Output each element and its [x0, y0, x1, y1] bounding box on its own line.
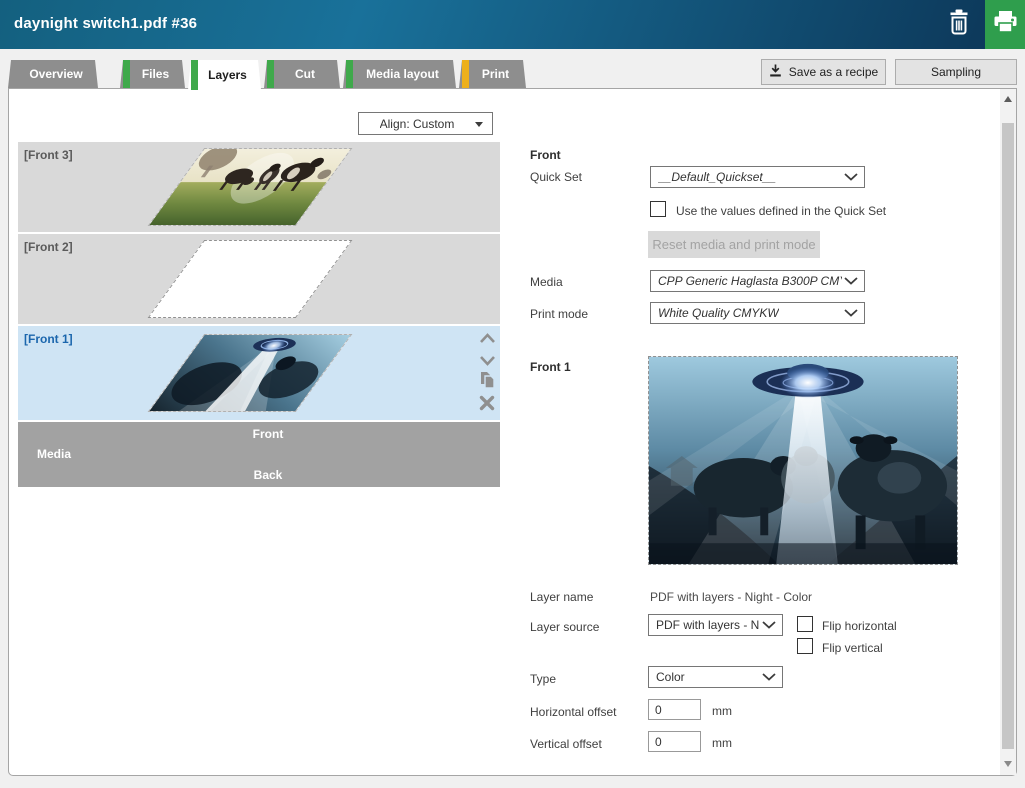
- chevron-down-icon: [844, 306, 858, 320]
- tab-cut[interactable]: Cut: [264, 60, 340, 88]
- layer-row-label: [Front 1]: [24, 332, 73, 346]
- layer-row-front1[interactable]: [Front 1]: [18, 326, 500, 420]
- close-icon: [479, 395, 495, 416]
- media-dropdown[interactable]: CPP Generic Haglasta B300P CMYKSS-AU-1: [650, 270, 865, 292]
- vertical-offset-input[interactable]: [648, 731, 701, 752]
- duplicate-icon: [479, 371, 496, 395]
- vertical-offset-label: Vertical offset: [530, 737, 602, 751]
- media-band: Front Media Back: [18, 422, 500, 487]
- tab-layers[interactable]: Layers: [188, 60, 261, 90]
- layer-source-dropdown[interactable]: PDF with layers - Night: [648, 614, 783, 636]
- layer-name-label: Layer name: [530, 590, 593, 604]
- reset-media-print-mode-button[interactable]: Reset media and print mode: [648, 231, 820, 258]
- arrow-down-icon[interactable]: [1004, 761, 1012, 767]
- chevron-down-icon: [475, 122, 483, 127]
- tab-media-layout[interactable]: Media layout: [343, 60, 456, 88]
- layer-thumbnail-front1[interactable]: [148, 334, 353, 412]
- layer-move-down-button[interactable]: [477, 353, 497, 371]
- horizontal-offset-input[interactable]: [648, 699, 701, 720]
- flip-vertical-checkbox[interactable]: [797, 638, 813, 654]
- reset-button-label: Reset media and print mode: [652, 237, 815, 252]
- vertical-offset-unit: mm: [712, 736, 732, 750]
- front-section-title: Front: [530, 148, 561, 162]
- tab-status-stripe: [346, 60, 353, 88]
- tab-print[interactable]: Print: [459, 60, 526, 88]
- chevron-down-icon: [479, 353, 496, 371]
- quick-set-value: __Default_Quickset__: [658, 170, 776, 184]
- media-label: Media: [530, 275, 563, 289]
- tab-label: Files: [136, 67, 169, 81]
- save-as-recipe-label: Save as a recipe: [789, 65, 878, 79]
- flip-vertical-label: Flip vertical: [822, 641, 883, 655]
- save-as-recipe-button[interactable]: Save as a recipe: [761, 59, 886, 85]
- trash-icon: [948, 9, 970, 41]
- layer-preview-image: [648, 356, 958, 565]
- tab-status-stripe: [462, 60, 469, 88]
- tab-label: Overview: [23, 67, 82, 81]
- horizontal-offset-unit: mm: [712, 704, 732, 718]
- sampling-label: Sampling: [931, 65, 981, 79]
- tab-status-stripe: [267, 60, 274, 88]
- tab-files[interactable]: Files: [120, 60, 185, 88]
- print-mode-label: Print mode: [530, 307, 588, 321]
- layer-delete-button[interactable]: [477, 396, 497, 414]
- layer-row-label: [Front 3]: [24, 148, 73, 162]
- tab-label: Print: [476, 67, 509, 81]
- chevron-down-icon: [844, 274, 858, 288]
- chevron-down-icon: [762, 670, 776, 684]
- use-quickset-checkbox[interactable]: [650, 201, 666, 217]
- sampling-button[interactable]: Sampling: [895, 59, 1017, 85]
- delete-job-button[interactable]: [936, 8, 982, 42]
- front1-section-title: Front 1: [530, 360, 571, 374]
- layer-source-label: Layer source: [530, 620, 599, 634]
- align-dropdown-value: Align: Custom: [380, 117, 455, 131]
- media-value: CPP Generic Haglasta B300P CMYKSS-AU-1: [658, 274, 842, 288]
- chevron-up-icon: [479, 331, 496, 349]
- print-mode-dropdown[interactable]: White Quality CMYKW: [650, 302, 865, 324]
- layer-thumbnail-front2[interactable]: [148, 240, 353, 318]
- layer-duplicate-button[interactable]: [477, 374, 497, 392]
- type-value: Color: [656, 670, 685, 684]
- tab-label: Cut: [289, 67, 315, 81]
- type-label: Type: [530, 672, 556, 686]
- flip-horizontal-label: Flip horizontal: [822, 619, 897, 633]
- media-band-media-label: Media: [37, 447, 71, 461]
- scrollbar-thumb[interactable]: [1002, 123, 1014, 749]
- arrow-up-icon[interactable]: [1004, 96, 1012, 102]
- quick-set-label: Quick Set: [530, 170, 582, 184]
- flip-horizontal-checkbox[interactable]: [797, 616, 813, 632]
- chevron-down-icon: [762, 618, 776, 632]
- download-icon: [769, 64, 782, 80]
- align-dropdown[interactable]: Align: Custom: [358, 112, 493, 135]
- tab-label: Media layout: [360, 67, 439, 81]
- media-band-front-label: Front: [18, 427, 500, 441]
- print-mode-value: White Quality CMYKW: [658, 306, 779, 320]
- layer-name-value: PDF with layers - Night - Color: [650, 590, 812, 604]
- chevron-down-icon: [844, 170, 858, 184]
- layer-row-front2[interactable]: [Front 2]: [18, 234, 500, 324]
- app-window: daynight switch1.pdf #36 Overview: [0, 0, 1025, 788]
- layer-move-up-button[interactable]: [477, 331, 497, 349]
- layer-thumbnail-front3[interactable]: [148, 148, 353, 226]
- tab-label: Layers: [202, 68, 247, 82]
- type-dropdown[interactable]: Color: [648, 666, 783, 688]
- quick-set-dropdown[interactable]: __Default_Quickset__: [650, 166, 865, 188]
- printer-icon: [993, 11, 1018, 39]
- tab-overview[interactable]: Overview: [8, 60, 98, 88]
- print-button[interactable]: [985, 0, 1025, 49]
- job-title: daynight switch1.pdf #36: [14, 15, 197, 32]
- tab-status-stripe: [191, 60, 198, 90]
- layer-row-front3[interactable]: [Front 3]: [18, 142, 500, 232]
- layer-source-value: PDF with layers - Night: [656, 618, 760, 632]
- horizontal-offset-label: Horizontal offset: [530, 705, 617, 719]
- tab-status-stripe: [123, 60, 130, 88]
- media-band-back-label: Back: [18, 468, 500, 482]
- layer-row-label: [Front 2]: [24, 240, 73, 254]
- use-quickset-label: Use the values defined in the Quick Set: [676, 204, 886, 218]
